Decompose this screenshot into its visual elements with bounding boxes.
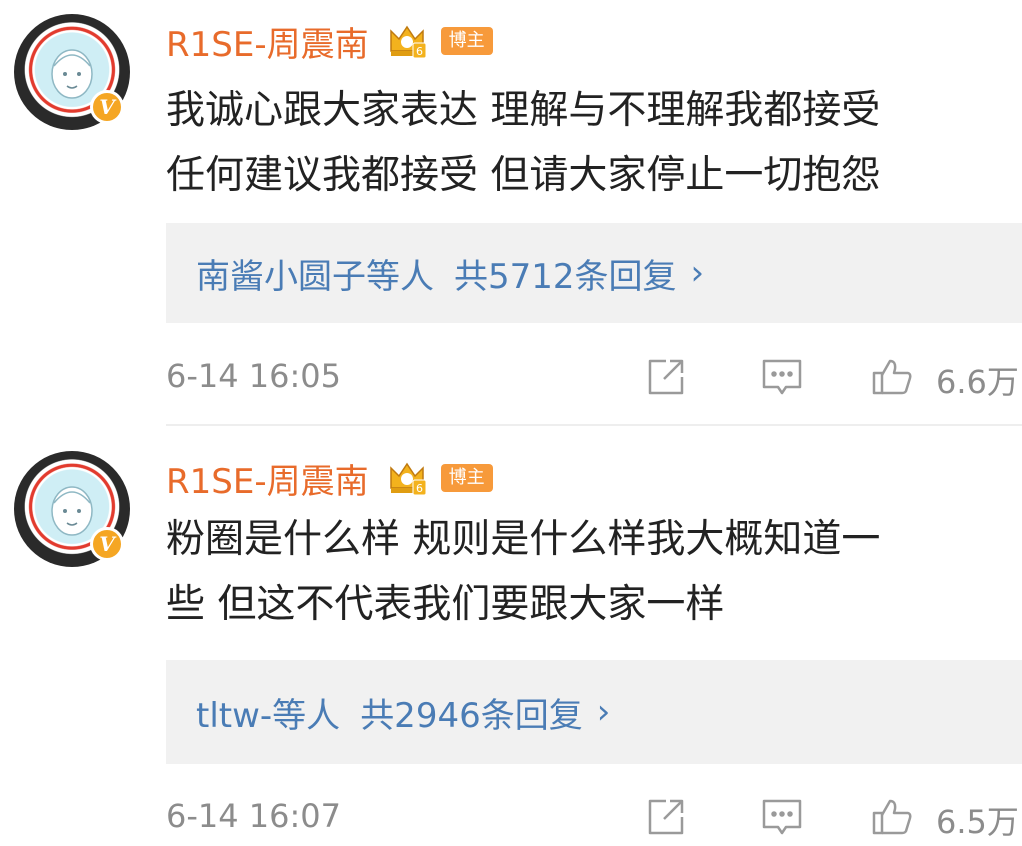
verified-badge-icon: V [90,90,124,124]
thumbs-up-icon[interactable] [870,355,914,399]
comment-text-line: 任何建议我都接受 但请大家停止一切抱怨 [166,153,881,198]
comment-item: V R1SE-周震南 6 博主 我诚心跟大家表达 理解与不理解我都接受 任何建议… [0,0,1022,426]
replies-preview[interactable]: 南酱小圆子等人 共5712条回复 › [166,223,1022,323]
crown-level: 6 [416,482,423,495]
like-count: 6.6万 [936,363,1019,401]
comment-text-line: 我诚心跟大家表达 理解与不理解我都接受 [166,88,881,133]
thumbs-up-icon[interactable] [870,795,914,839]
comment-item: V R1SE-周震南 6 博主 粉圈是什么样 规则是什么样我大概知道一 些 但这… [0,437,1022,846]
comment-text: 我诚心跟大家表达 理解与不理解我都接受 任何建议我都接受 但请大家停止一切抱怨 [166,78,1006,208]
username[interactable]: R1SE-周震南 [166,454,369,503]
chevron-right-icon: › [690,253,705,293]
comment-footer: 6-14 16:05 6.6万 [166,345,1022,405]
comment-text-line: 些 但这不代表我们要跟大家一样 [166,582,725,627]
reply-count-link[interactable]: 共2946条回复 [360,688,583,737]
replies-preview[interactable]: tltw-等人 共2946条回复 › [166,660,1022,764]
crown-level: 6 [416,45,423,58]
comment-text: 粉圈是什么样 规则是什么样我大概知道一 些 但这不代表我们要跟大家一样 [166,507,1006,637]
reply-users-link[interactable]: tltw-等人 [196,688,340,737]
comment-icon[interactable] [760,355,804,399]
reply-count-link[interactable]: 共5712条回复 [454,249,677,298]
like-count: 6.5万 [936,803,1019,841]
comment-footer: 6-14 16:07 6.5万 [166,785,1022,845]
comment-text-line: 粉圈是什么样 规则是什么样我大概知道一 [166,517,881,562]
chevron-right-icon: › [596,692,611,732]
reply-users-link[interactable]: 南酱小圆子等人 [196,249,434,298]
comment-header: R1SE-周震南 6 博主 [166,16,493,66]
share-icon[interactable] [644,355,688,399]
username[interactable]: R1SE-周震南 [166,17,369,66]
crown-icon: 6 [387,458,427,498]
timestamp: 6-14 16:07 [166,797,342,835]
share-icon[interactable] [644,795,688,839]
timestamp: 6-14 16:05 [166,357,342,395]
comment-header: R1SE-周震南 6 博主 [166,453,493,503]
crown-icon: 6 [387,21,427,61]
divider [166,424,1022,426]
verified-badge-icon: V [90,527,124,561]
blogger-badge: 博主 [440,464,493,492]
comment-icon[interactable] [760,795,804,839]
blogger-badge: 博主 [440,27,493,55]
